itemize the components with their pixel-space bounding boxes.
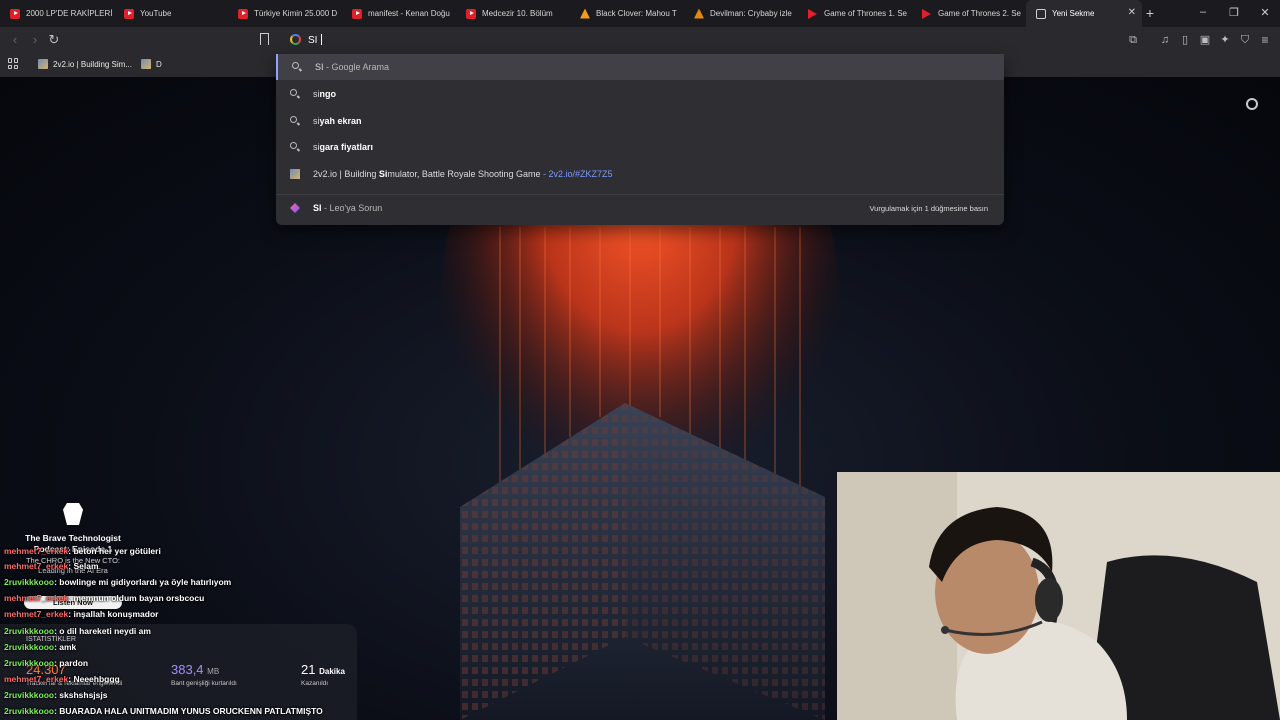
minimize-icon[interactable]: – <box>1195 6 1211 18</box>
bandwidth-value: 383,4 MB <box>171 662 220 677</box>
google-icon <box>290 34 301 45</box>
youtube-icon <box>238 8 248 19</box>
chat-message: 2ruvikkkooo: amk <box>4 642 77 652</box>
menu-icon[interactable]: ≡ <box>1256 31 1274 49</box>
suggestion-item[interactable]: siyah ekran <box>276 108 1004 134</box>
brave-icon <box>1036 8 1046 19</box>
vpn-shield-icon[interactable]: ⛉ <box>1236 31 1254 49</box>
chat-message: mehmet7_erkek: Neeehbggg <box>4 674 120 684</box>
netflix-icon <box>808 9 818 19</box>
crunchyroll-icon <box>580 8 590 19</box>
leo-ai-icon[interactable]: ✦ <box>1216 31 1234 49</box>
address-bar-input[interactable] <box>308 32 808 48</box>
tab[interactable]: Medcezir 10. Bölüm <box>456 0 570 27</box>
search-icon <box>292 62 299 69</box>
bookmark-item[interactable]: D <box>141 59 162 69</box>
tab[interactable]: Türkiye Kimin 25.000 D <box>228 0 342 27</box>
bookmark-icon[interactable] <box>260 33 269 48</box>
site-icon <box>290 169 300 179</box>
tab-strip: 2000 LP'DE RAKİPLERİ YouTube Türkiye Kim… <box>0 0 1280 27</box>
chat-message: 2ruvikkkooo: o dil hareketi neydi am <box>4 626 151 636</box>
text-caret <box>321 34 322 45</box>
tab[interactable]: Devilman: Crybaby izle <box>684 0 798 27</box>
suggestion-item[interactable]: 2v2.io | Building Simulator, Battle Roya… <box>276 161 1004 187</box>
search-icon <box>290 142 297 149</box>
suggestion-item[interactable]: sigara fiyatları <box>276 134 1004 160</box>
suggestion-item[interactable]: singo <box>276 81 1004 107</box>
sidebar-icon[interactable]: ▯ <box>1176 31 1194 49</box>
time-saved-value: 21 Dakika <box>301 662 345 677</box>
netflix-icon <box>922 9 932 19</box>
close-window-icon[interactable]: ✕ <box>1257 6 1273 19</box>
bandwidth-label: Bant genişliği kurtarıldı <box>171 680 237 687</box>
tab-active[interactable]: Yeni Sekme ✕ <box>1026 0 1142 27</box>
chat-message: mehmet7_erkek: memnun oldum bayan orsbco… <box>4 593 205 603</box>
youtube-icon <box>352 8 362 19</box>
suggestion-item[interactable]: SI - Leo'ya Sorun Vurgulamak için 1 düğm… <box>276 194 1004 220</box>
webcam-overlay <box>837 472 1280 720</box>
search-icon <box>290 89 297 96</box>
tab[interactable]: 2000 LP'DE RAKİPLERİ <box>0 0 114 27</box>
chat-message: mehmet7_erkek: inşallah konuşmador <box>4 609 159 619</box>
search-icon <box>290 116 297 123</box>
back-icon[interactable]: ‹ <box>6 31 24 49</box>
youtube-icon <box>10 8 20 19</box>
bookmark-item[interactable]: 2v2.io | Building Sim... <box>38 59 132 69</box>
site-icon <box>38 59 48 69</box>
wallet-icon[interactable]: ▣ <box>1196 31 1214 49</box>
omnibox-suggestions: SI - Google Arama singo siyah ekran siga… <box>276 54 1004 225</box>
tab[interactable]: manifest - Kenan Doğu <box>342 0 456 27</box>
tab[interactable]: Game of Thrones 2. Se <box>912 0 1026 27</box>
chat-message: 2ruvikkkooo: skshshsjsjs <box>4 690 108 700</box>
site-icon <box>141 59 151 69</box>
time-saved-label: Kazanıldı <box>301 680 329 687</box>
tab[interactable]: Game of Thrones 1. Se <box>798 0 912 27</box>
forward-icon[interactable]: › <box>26 31 44 49</box>
reload-icon[interactable]: ↻ <box>45 31 63 49</box>
devilman-icon <box>694 8 704 19</box>
tab-search-icon[interactable]: ⧉ <box>1124 31 1142 49</box>
tab[interactable]: YouTube <box>114 0 228 27</box>
youtube-icon <box>124 8 134 19</box>
new-tab-button[interactable]: + <box>1142 5 1158 21</box>
suggestion-item[interactable]: SI - Google Arama <box>276 54 1004 80</box>
close-tab-icon[interactable]: ✕ <box>1128 7 1136 18</box>
chat-message: 2ruvikkkooo: BUARADA HALA UNITMADIM YUNU… <box>4 706 323 716</box>
leo-ai-icon <box>290 203 300 213</box>
settings-gear-icon[interactable] <box>1246 98 1258 110</box>
youtube-icon <box>466 8 476 19</box>
chat-message: 2ruvikkkooo: pardon <box>4 658 89 668</box>
chat-message: mehmet7_erkek: beton her yer götüleri <box>4 546 161 556</box>
music-icon[interactable]: ♫ <box>1156 31 1174 49</box>
chat-message: 2ruvikkkooo: bowlinge mi gidiyorlardı ya… <box>4 577 232 587</box>
apps-icon[interactable] <box>8 58 19 69</box>
chat-message: mehmet7_erkek: Selam <box>4 561 99 571</box>
tab[interactable]: Black Clover: Mahou T <box>570 0 684 27</box>
restore-icon[interactable]: ❐ <box>1226 6 1242 19</box>
webcam-feed <box>837 472 1280 720</box>
